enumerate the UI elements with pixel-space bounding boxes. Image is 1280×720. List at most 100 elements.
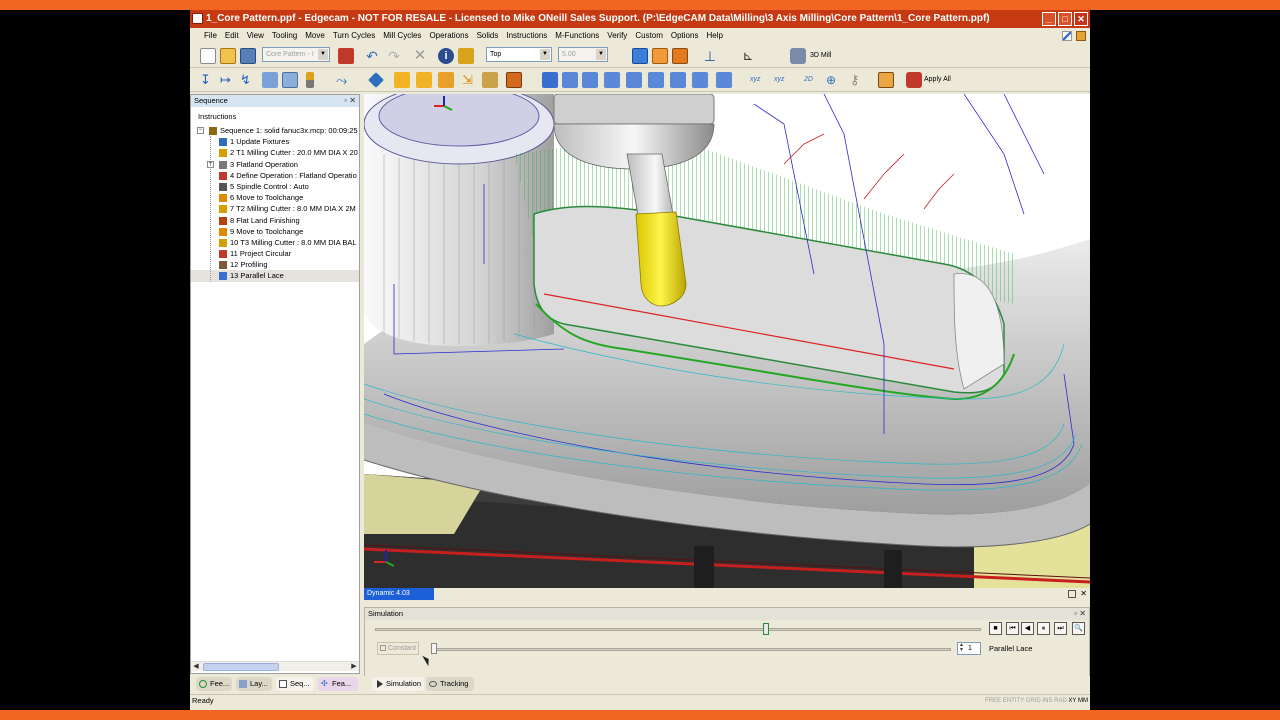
menu-file[interactable]: File xyxy=(200,28,221,44)
tab-layers[interactable]: Lay... xyxy=(236,677,272,691)
menu-tooling[interactable]: Tooling xyxy=(268,28,301,44)
check-icon[interactable] xyxy=(582,72,598,88)
view-combo[interactable]: Top ▼ xyxy=(486,47,552,62)
constant-checkbox[interactable]: Constant xyxy=(377,642,419,655)
instruction-row[interactable]: 4 Define Operation : Flatland Operatio xyxy=(191,170,359,181)
instruction-row[interactable]: − Sequence 1: solid fanuc3x.mcp: 00:09:25 xyxy=(191,125,359,136)
value-combo[interactable]: 5.00 ▼ xyxy=(558,47,608,62)
mill-environment-icon[interactable] xyxy=(790,48,806,64)
graphics-viewport[interactable] xyxy=(364,94,1090,588)
stop-button[interactable]: ■ xyxy=(989,622,1002,635)
instruction-row[interactable]: 5 Spindle Control : Auto xyxy=(191,181,359,192)
gouge-icon[interactable] xyxy=(670,72,686,88)
menu-custom[interactable]: Custom xyxy=(631,28,667,44)
menu-turn-cycles[interactable]: Turn Cycles xyxy=(329,28,379,44)
tab-sequence[interactable]: Seq... xyxy=(276,677,314,691)
menu-mill-cycles[interactable]: Mill Cycles xyxy=(379,28,425,44)
toolpath-icon[interactable]: ⤳ xyxy=(336,72,352,88)
apply-all-button[interactable]: Apply All xyxy=(924,71,951,88)
instruction-row[interactable]: 12 Profiling xyxy=(191,259,359,270)
scroll-right-icon[interactable]: ▶ xyxy=(349,662,359,672)
menu-options[interactable]: Options xyxy=(667,28,703,44)
scroll-thumb[interactable] xyxy=(203,663,279,671)
axis-icon[interactable]: ⊥ xyxy=(702,48,718,64)
go-to-end-button[interactable]: ⏭ xyxy=(1054,622,1067,635)
menu-operations[interactable]: Operations xyxy=(425,28,472,44)
measure-icon[interactable] xyxy=(458,48,474,64)
tab-tracking[interactable]: Tracking xyxy=(426,677,474,691)
2d-button[interactable]: 2D xyxy=(804,71,813,88)
instruction-row[interactable]: 9 Move to Toolchange xyxy=(191,226,359,237)
hidden-line-icon[interactable] xyxy=(652,48,668,64)
close-icon[interactable]: ✕ xyxy=(349,96,356,105)
instruction-row[interactable]: 8 Flat Land Finishing xyxy=(191,215,359,226)
pattern-icon[interactable] xyxy=(506,72,522,88)
open-folder-icon[interactable] xyxy=(220,48,236,64)
origin-icon[interactable] xyxy=(878,72,894,88)
pencil-icon[interactable] xyxy=(1062,31,1072,41)
wand-icon[interactable]: ⚷ xyxy=(850,72,866,88)
step-back-button[interactable]: ◀ xyxy=(1021,622,1034,635)
maximize-button[interactable]: □ xyxy=(1058,12,1072,26)
menu-help[interactable]: Help xyxy=(702,28,726,44)
mode-icon[interactable] xyxy=(1076,31,1086,41)
delete-icon[interactable]: ✕ xyxy=(412,48,428,64)
link-move-icon[interactable]: ↯ xyxy=(240,72,256,88)
tab-feature-finder[interactable]: Fee... xyxy=(196,677,232,691)
close-viewport-icon[interactable]: ✕ xyxy=(1080,589,1087,598)
path-icon[interactable] xyxy=(262,72,278,88)
close-icon[interactable]: ✕ xyxy=(1079,609,1086,618)
apply-all-icon[interactable] xyxy=(906,72,922,88)
instruction-row[interactable]: 6 Move to Toolchange xyxy=(191,192,359,203)
pause-button[interactable]: ⏸ xyxy=(1037,622,1050,635)
save-icon[interactable] xyxy=(240,48,256,64)
tab-simulation[interactable]: Simulation xyxy=(372,677,424,691)
minimize-button[interactable]: _ xyxy=(1042,12,1056,26)
collapse-icon[interactable]: − xyxy=(197,127,204,134)
instruction-row[interactable]: 10 T3 Milling Cutter : 8.0 MM DIA BAL xyxy=(191,237,359,248)
info-icon[interactable]: i xyxy=(438,48,454,64)
solid-view-icon[interactable] xyxy=(672,48,688,64)
instruction-row[interactable]: 2 T1 Milling Cutter : 20.0 MM DIA X 20 xyxy=(191,147,359,158)
finishing-icon[interactable] xyxy=(416,72,432,88)
simulate-icon[interactable] xyxy=(562,72,578,88)
menu-move[interactable]: Move xyxy=(301,28,329,44)
menu-edit[interactable]: Edit xyxy=(221,28,243,44)
verify-icon[interactable] xyxy=(542,72,558,88)
thread-icon[interactable] xyxy=(482,72,498,88)
zoom-button[interactable]: 🔍 xyxy=(1072,622,1085,635)
menu-view[interactable]: View xyxy=(243,28,268,44)
tab-features[interactable]: ✣ Fea... xyxy=(318,677,358,691)
speed-spinner[interactable]: ▲ ▼ 1 xyxy=(957,642,981,655)
menu-verify[interactable]: Verify xyxy=(603,28,631,44)
restore-viewport-icon[interactable] xyxy=(1068,590,1076,598)
close-button[interactable]: ✕ xyxy=(1074,12,1088,26)
speed-slider-track[interactable] xyxy=(431,648,951,651)
roughing-icon[interactable] xyxy=(394,72,410,88)
stock-update-icon[interactable] xyxy=(604,72,620,88)
instruction-row[interactable]: 7 T2 Milling Cutter : 8.0 MM DIA X 2M xyxy=(191,203,359,214)
pin-icon[interactable]: ▫ xyxy=(344,96,347,105)
menu-solids[interactable]: Solids xyxy=(473,28,503,44)
tool-icon[interactable] xyxy=(306,72,314,88)
stock-icon[interactable] xyxy=(282,72,298,88)
menu-m-functions[interactable]: M-Functions xyxy=(551,28,603,44)
scroll-left-icon[interactable]: ◀ xyxy=(191,662,201,672)
cpl-icon[interactable]: ⊾ xyxy=(740,48,756,64)
instruction-row[interactable]: 11 Project Circular xyxy=(191,248,359,259)
diamond-icon[interactable] xyxy=(368,72,384,88)
spinner-arrows-icon[interactable]: ▲ ▼ xyxy=(959,643,964,653)
undo-icon[interactable]: ↶ xyxy=(364,48,380,64)
report-icon[interactable] xyxy=(716,72,732,88)
compare-icon[interactable] xyxy=(692,72,708,88)
collision-icon[interactable] xyxy=(648,72,664,88)
instruction-tree[interactable]: − Sequence 1: solid fanuc3x.mcp: 00:09:25… xyxy=(191,125,359,661)
horizontal-scrollbar[interactable]: ◀ ▶ xyxy=(191,661,359,671)
xyz-button-2[interactable]: xyz xyxy=(774,71,785,88)
snap-icon[interactable]: ⊕ xyxy=(826,72,842,88)
feed-move-icon[interactable]: ↦ xyxy=(220,72,236,88)
simulation-progress-track[interactable] xyxy=(375,628,981,631)
drill-icon[interactable] xyxy=(438,72,454,88)
speed-slider-thumb[interactable] xyxy=(431,643,437,654)
redo-icon[interactable]: ↷ xyxy=(386,48,402,64)
